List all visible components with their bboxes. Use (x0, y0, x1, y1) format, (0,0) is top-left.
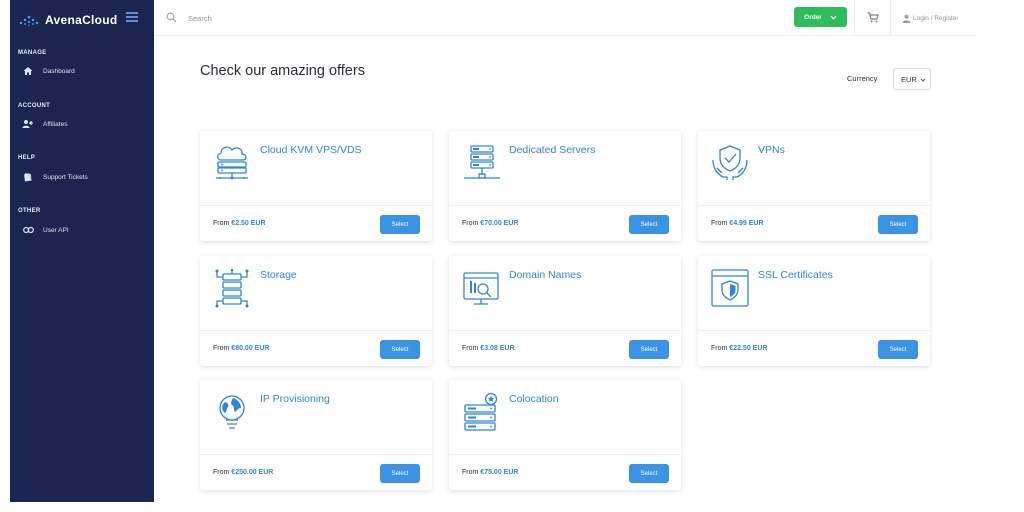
page-title: Check our amazing offers (200, 63, 365, 79)
offer-card-dedicated-servers: Dedicated Servers From €70.00 EUR Select (449, 131, 681, 241)
users-icon (22, 118, 34, 130)
domain-search-icon (463, 272, 499, 305)
sidebar-item-user-api[interactable]: User API (22, 223, 148, 237)
price-value: €3.08 EUR (480, 345, 515, 352)
cart-icon[interactable] (867, 12, 879, 23)
order-button[interactable]: Order (794, 7, 847, 27)
price-value: €22.50 EUR (729, 345, 768, 352)
select-button[interactable]: Select (629, 464, 669, 483)
sidebar-item-label: Affiliates (43, 120, 68, 128)
select-button[interactable]: Select (629, 340, 669, 359)
price-value: €4.99 EUR (729, 220, 764, 227)
currency-label: Currency (847, 74, 878, 83)
sidebar-item-label: User API (43, 226, 69, 234)
offer-title[interactable]: Dedicated Servers (509, 144, 595, 156)
ssl-shield-icon (711, 269, 749, 307)
divider (698, 205, 930, 206)
offer-price: From €22.50 EUR (711, 345, 768, 352)
logo-icon (19, 15, 39, 26)
offer-card-ip-provisioning: IP Provisioning From €250.00 EUR Select (200, 380, 432, 490)
divider (449, 454, 681, 455)
section-title-help: HELP (18, 155, 36, 161)
brand-name: AvenaCloud (45, 13, 118, 27)
brand[interactable]: AvenaCloud (18, 10, 118, 30)
home-icon (22, 65, 34, 77)
select-button[interactable]: Select (878, 215, 918, 234)
ticket-icon (22, 171, 34, 183)
divider (449, 205, 681, 206)
select-button[interactable]: Select (629, 215, 669, 234)
offer-title[interactable]: VPNs (758, 144, 785, 156)
sidebar-item-affiliates[interactable]: Affiliates (22, 117, 148, 131)
sidebar-item-label: Dashboard (43, 67, 75, 75)
storage-icon (215, 268, 249, 308)
divider (698, 330, 930, 331)
offer-price: From €2.50 EUR (213, 220, 266, 227)
cloud-server-icon (216, 146, 248, 180)
offer-title[interactable]: Colocation (509, 393, 559, 405)
divider (200, 330, 432, 331)
globe-bulb-icon (219, 395, 245, 429)
offer-title[interactable]: SSL Certificates (758, 269, 833, 281)
search-input[interactable] (188, 10, 488, 26)
sidebar-item-support-tickets[interactable]: Support Tickets (22, 170, 148, 184)
price-value: €70.00 EUR (480, 220, 519, 227)
sidebar: AvenaCloud MANAGE Dashboard ACCOUNT Affi… (10, 0, 154, 502)
offer-title[interactable]: Storage (260, 269, 297, 281)
price-value: €75.00 EUR (480, 469, 519, 476)
section-title-manage: MANAGE (18, 50, 47, 56)
section-title-account: ACCOUNT (18, 103, 51, 109)
user-icon (902, 14, 911, 23)
offer-title[interactable]: Cloud KVM VPS/VDS (260, 144, 362, 156)
offer-price: From €75.00 EUR (462, 469, 519, 476)
offer-card-vpns: VPNs From €4.99 EUR Select (698, 131, 930, 241)
order-button-label: Order (804, 13, 822, 21)
chevron-down-icon (830, 15, 837, 20)
section-title-other: OTHER (18, 208, 41, 214)
sidebar-item-label: Support Tickets (43, 173, 88, 181)
divider (200, 454, 432, 455)
select-button[interactable]: Select (878, 340, 918, 359)
divider (200, 205, 432, 206)
select-button[interactable]: Select (380, 340, 420, 359)
select-button[interactable]: Select (380, 215, 420, 234)
chevron-down-icon (920, 78, 926, 82)
server-rack-icon (464, 145, 500, 179)
offer-price: From €70.00 EUR (462, 220, 519, 227)
login-label: Login / Register (913, 14, 959, 22)
topbar: Order Login / Register (154, 0, 976, 36)
app-frame: AvenaCloud MANAGE Dashboard ACCOUNT Affi… (10, 0, 976, 502)
offer-title[interactable]: Domain Names (509, 269, 581, 281)
offer-title[interactable]: IP Provisioning (260, 393, 330, 405)
offer-price: From €4.99 EUR (711, 220, 764, 227)
offer-card-colocation: Colocation From €75.00 EUR Select (449, 380, 681, 490)
currency-value: EUR (901, 74, 917, 84)
offer-card-ssl-certificates: SSL Certificates From €22.50 EUR Select (698, 256, 930, 366)
divider (449, 330, 681, 331)
login-register-link[interactable]: Login / Register (902, 12, 959, 24)
price-value: €2.50 EUR (231, 220, 266, 227)
offer-price: From €80.00 EUR (213, 345, 270, 352)
select-button[interactable]: Select (380, 464, 420, 483)
menu-toggle-icon[interactable] (126, 12, 138, 22)
offer-card-cloud-vps: Cloud KVM VPS/VDS From €2.50 EUR Select (200, 131, 432, 241)
offer-price: From €250.00 EUR (213, 469, 274, 476)
search-icon[interactable] (166, 12, 177, 23)
sidebar-item-dashboard[interactable]: Dashboard (22, 64, 148, 78)
offer-card-domain-names: Domain Names From €3.08 EUR Select (449, 256, 681, 366)
offer-card-storage: Storage From €80.00 EUR Select (200, 256, 432, 366)
divider (890, 0, 891, 36)
currency-select[interactable]: EUR (893, 68, 931, 90)
price-value: €250.00 EUR (231, 469, 274, 476)
shield-hands-icon (712, 145, 748, 180)
divider (854, 0, 855, 36)
offer-price: From €3.08 EUR (462, 345, 515, 352)
price-value: €80.00 EUR (231, 345, 270, 352)
link-icon (22, 224, 34, 236)
colocation-icon (464, 392, 498, 431)
